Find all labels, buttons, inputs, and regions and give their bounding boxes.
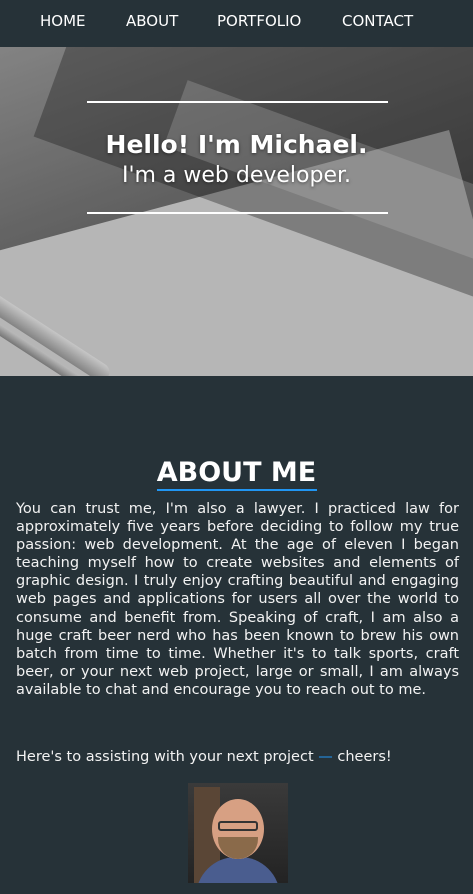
nav-contact-link[interactable]: CONTACT bbox=[342, 12, 413, 30]
closing-text-end: cheers! bbox=[337, 749, 392, 765]
about-title: ABOUT ME bbox=[156, 457, 317, 488]
top-navigation: HOME ABOUT PORTFOLIO CONTACT bbox=[0, 0, 473, 47]
nav-portfolio-link[interactable]: PORTFOLIO bbox=[217, 12, 301, 30]
nav-home-link[interactable]: HOME bbox=[40, 12, 86, 30]
hero-bottom-rule bbox=[87, 212, 388, 214]
closing-text-start: Here's to assisting with your next proje… bbox=[16, 749, 314, 765]
hero-banner: Hello! I'm Michael. I'm a web developer. bbox=[0, 47, 473, 376]
hero-top-rule bbox=[87, 101, 388, 103]
nav-about-link[interactable]: ABOUT bbox=[126, 12, 178, 30]
about-title-underline bbox=[157, 489, 317, 491]
about-paragraph: You can trust me, I'm also a lawyer. I p… bbox=[16, 501, 459, 698]
profile-photo bbox=[188, 783, 288, 883]
hero-headline: Hello! I'm Michael. bbox=[105, 130, 368, 159]
photo-beard bbox=[218, 837, 258, 859]
closing-dash: — bbox=[318, 749, 333, 765]
photo-glasses bbox=[218, 821, 258, 831]
about-closing-line: Here's to assisting with your next proje… bbox=[16, 749, 459, 765]
hero-subheadline: I'm a web developer. bbox=[121, 163, 352, 188]
